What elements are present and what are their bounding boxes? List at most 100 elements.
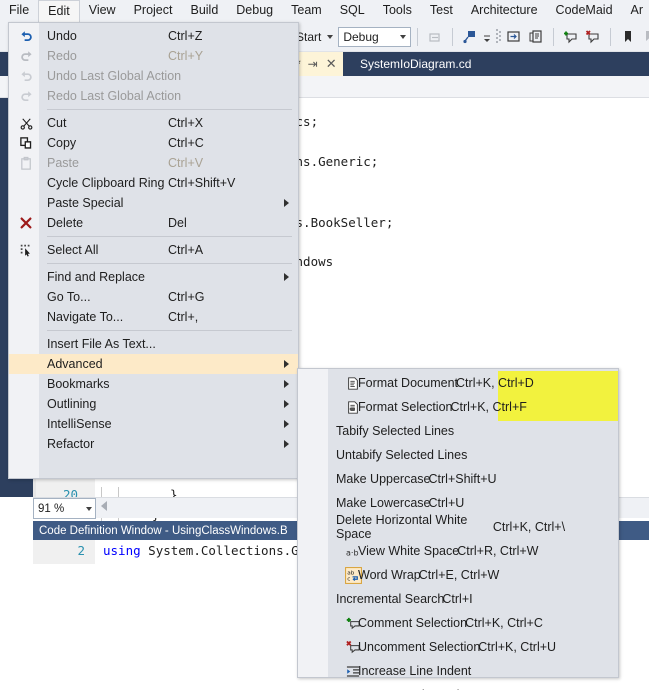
edit-menu-item-undo[interactable]: Undo Ctrl+Z [9, 26, 298, 46]
configuration-combo[interactable]: Debug [338, 27, 412, 47]
menu-item-label: Undo [47, 29, 77, 43]
menu-codemaid[interactable]: CodeMaid [547, 0, 622, 22]
attach-process-icon[interactable] [459, 26, 481, 48]
menu-architecture[interactable]: Architecture [462, 0, 547, 22]
chevron-down-icon [327, 35, 334, 39]
advanced-menu-item-tabify-selected-lines[interactable]: Tabify Selected Lines [298, 419, 618, 443]
menu-separator [47, 330, 292, 331]
menu-item-label: Navigate To... [47, 310, 124, 324]
advanced-menu-item-increase-line-indent[interactable]: Increase Line Indent [298, 659, 618, 683]
comment-block-icon[interactable] [525, 26, 547, 48]
menu-item-shortcut: Ctrl+K, Ctrl+\ [492, 520, 566, 534]
menu-separator [47, 263, 292, 264]
advanced-menu-item-format-selection[interactable]: Format Selection Ctrl+K, Ctrl+F [298, 395, 618, 419]
menu-bar: File Edit View Project Build Debug Team SQL Tool… [0, 0, 649, 22]
edit-menu-item-copy[interactable]: Copy Ctrl+C [9, 133, 298, 153]
menu-build[interactable]: Build [181, 0, 227, 22]
advanced-menu-item-incremental-search[interactable]: Incremental Search Ctrl+I [298, 587, 618, 611]
menu-item-label: Incremental Search [336, 592, 445, 606]
edit-menu-item-paste[interactable]: Paste Ctrl+V [9, 153, 298, 173]
menu-edit[interactable]: Edit [38, 0, 80, 22]
menu-label: CodeMaid [555, 3, 613, 17]
menu-item-label: Tabify Selected Lines [336, 424, 455, 438]
submenu-arrow-icon [284, 400, 289, 408]
menu-item-shortcut: Ctrl+C [168, 136, 204, 150]
uncomment-selection-icon[interactable] [582, 26, 604, 48]
advanced-menu-item-make-uppercase[interactable]: Make Uppercase Ctrl+Shift+U [298, 467, 618, 491]
menu-item-shortcut: Ctrl+U [428, 496, 465, 510]
menu-team[interactable]: Team [282, 0, 331, 22]
code-fragment: ons.Generic; [288, 154, 379, 169]
menu-item-label: Find and Replace [47, 270, 145, 284]
menu-view[interactable]: View [80, 0, 125, 22]
edit-menu-item-find-and-replace[interactable]: Find and Replace [9, 267, 298, 287]
menu-item-shortcut: Ctrl+R, Ctrl+W [457, 544, 539, 558]
menu-item-shortcut: Ctrl+Z [168, 29, 203, 43]
menu-item-shortcut: Ctrl+Shift+U [428, 472, 497, 486]
edit-menu-item-paste-special[interactable]: Paste Special [9, 193, 298, 213]
edit-menu-item-bookmarks[interactable]: Bookmarks [9, 374, 298, 394]
menu-item-shortcut: Del [168, 216, 187, 230]
zoom-level-combo[interactable]: 91 % [33, 498, 96, 519]
advanced-submenu[interactable]: Format Document Ctrl+K, Ctrl+D Format Sele… [297, 368, 619, 690]
menu-test[interactable]: Test [421, 0, 462, 22]
menu-item-label: Uncomment Selection [358, 640, 481, 654]
menu-ar[interactable]: Ar [622, 0, 649, 22]
menu-debug[interactable]: Debug [227, 0, 282, 22]
tab-systemiodiagram-cd[interactable]: SystemIoDiagram.cd [352, 52, 479, 76]
submenu-arrow-icon [284, 360, 289, 368]
edit-menu-item-go-to[interactable]: Go To... Ctrl+G [9, 287, 298, 307]
advanced-menu-item-untabify-selected-lines[interactable]: Untabify Selected Lines [298, 443, 618, 467]
menu-label: Debug [236, 3, 274, 17]
advanced-menu-item-make-lowercase[interactable]: Make Lowercase Ctrl+U [298, 491, 618, 515]
paste-icon [15, 153, 37, 173]
menu-item-label: Advanced [47, 357, 103, 371]
edit-menu-item-undo-last-global-action[interactable]: Undo Last Global Action [9, 66, 298, 86]
advanced-menu-item-word-wrap[interactable]: ab c Word Wrap Ctrl+E, Ctrl+W [298, 563, 618, 587]
edit-menu-item-redo[interactable]: Redo Ctrl+Y [9, 46, 298, 66]
edit-menu-item-insert-file-as-text[interactable]: Insert File As Text... [9, 334, 298, 354]
menu-item-label: Format Selection [358, 400, 453, 414]
edit-menu-item-intellisense[interactable]: IntelliSense [9, 414, 298, 434]
edit-menu-item-select-all[interactable]: Select All Ctrl+A [9, 240, 298, 260]
edit-menu-item-cycle-clipboard-ring[interactable]: Cycle Clipboard Ring Ctrl+Shift+V [9, 173, 298, 193]
menu-project[interactable]: Project [125, 0, 182, 22]
edit-menu-item-refactor[interactable]: Refactor [9, 434, 298, 454]
bookmark-icon[interactable] [617, 26, 639, 48]
advanced-menu-item-format-document[interactable]: Format Document Ctrl+K, Ctrl+D [298, 371, 618, 395]
undo-global-icon [15, 66, 37, 86]
menu-tools[interactable]: Tools [374, 0, 421, 22]
menu-item-shortcut: Ctrl+I [442, 592, 473, 606]
close-icon[interactable]: ✕ [326, 56, 337, 72]
comment-selection-icon[interactable] [560, 26, 582, 48]
edit-menu-item-cut[interactable]: Cut Ctrl+X [9, 113, 298, 133]
menu-separator [47, 109, 292, 110]
menu-item-label: Bookmarks [47, 377, 110, 391]
menu-item-label: Make Uppercase [336, 472, 431, 486]
step-out-icon[interactable] [424, 26, 446, 48]
advanced-menu-item-delete-horizontal-white-space[interactable]: Delete Horizontal White Space Ctrl+K, Ctr… [298, 513, 618, 541]
chevron-down-icon [400, 35, 407, 39]
edit-menu-item-advanced[interactable]: Advanced [9, 354, 298, 374]
chevron-down-icon [86, 506, 92, 511]
advanced-menu-item-comment-selection[interactable]: Comment Selection Ctrl+K, Ctrl+C [298, 611, 618, 635]
advanced-menu-item-decrease-line-indent[interactable]: Decrease Line Indent [298, 683, 618, 690]
edit-dropdown-menu[interactable]: Undo Ctrl+Z Redo Ctrl+Y Undo Last Global Act… [8, 22, 299, 479]
prev-bookmark-icon[interactable] [639, 26, 649, 48]
menu-file[interactable]: File [0, 0, 38, 22]
edit-menu-item-navigate-to[interactable]: Navigate To... Ctrl+, [9, 307, 298, 327]
menu-sql[interactable]: SQL [331, 0, 374, 22]
menu-item-shortcut: Ctrl+Shift+V [168, 176, 236, 190]
indent-right-icon[interactable] [503, 26, 525, 48]
scroll-left-arrow[interactable] [101, 501, 107, 511]
advanced-menu-item-view-white-space[interactable]: a·b View White Space Ctrl+R, Ctrl+W [298, 539, 618, 563]
edit-menu-item-outlining[interactable]: Outlining [9, 394, 298, 414]
edit-menu-item-delete[interactable]: Delete Del [9, 213, 298, 233]
edit-menu-item-redo-last-global-action[interactable]: Redo Last Global Action [9, 86, 298, 106]
pin-icon[interactable]: ⇥ [308, 57, 318, 71]
advanced-menu-item-uncomment-selection[interactable]: Uncomment Selection Ctrl+K, Ctrl+U [298, 635, 618, 659]
menu-separator [47, 236, 292, 237]
menu-item-shortcut: Ctrl+K, Ctrl+C [465, 616, 543, 630]
menu-label: Test [429, 3, 453, 17]
toolbar-overflow-icon[interactable] [481, 26, 493, 48]
